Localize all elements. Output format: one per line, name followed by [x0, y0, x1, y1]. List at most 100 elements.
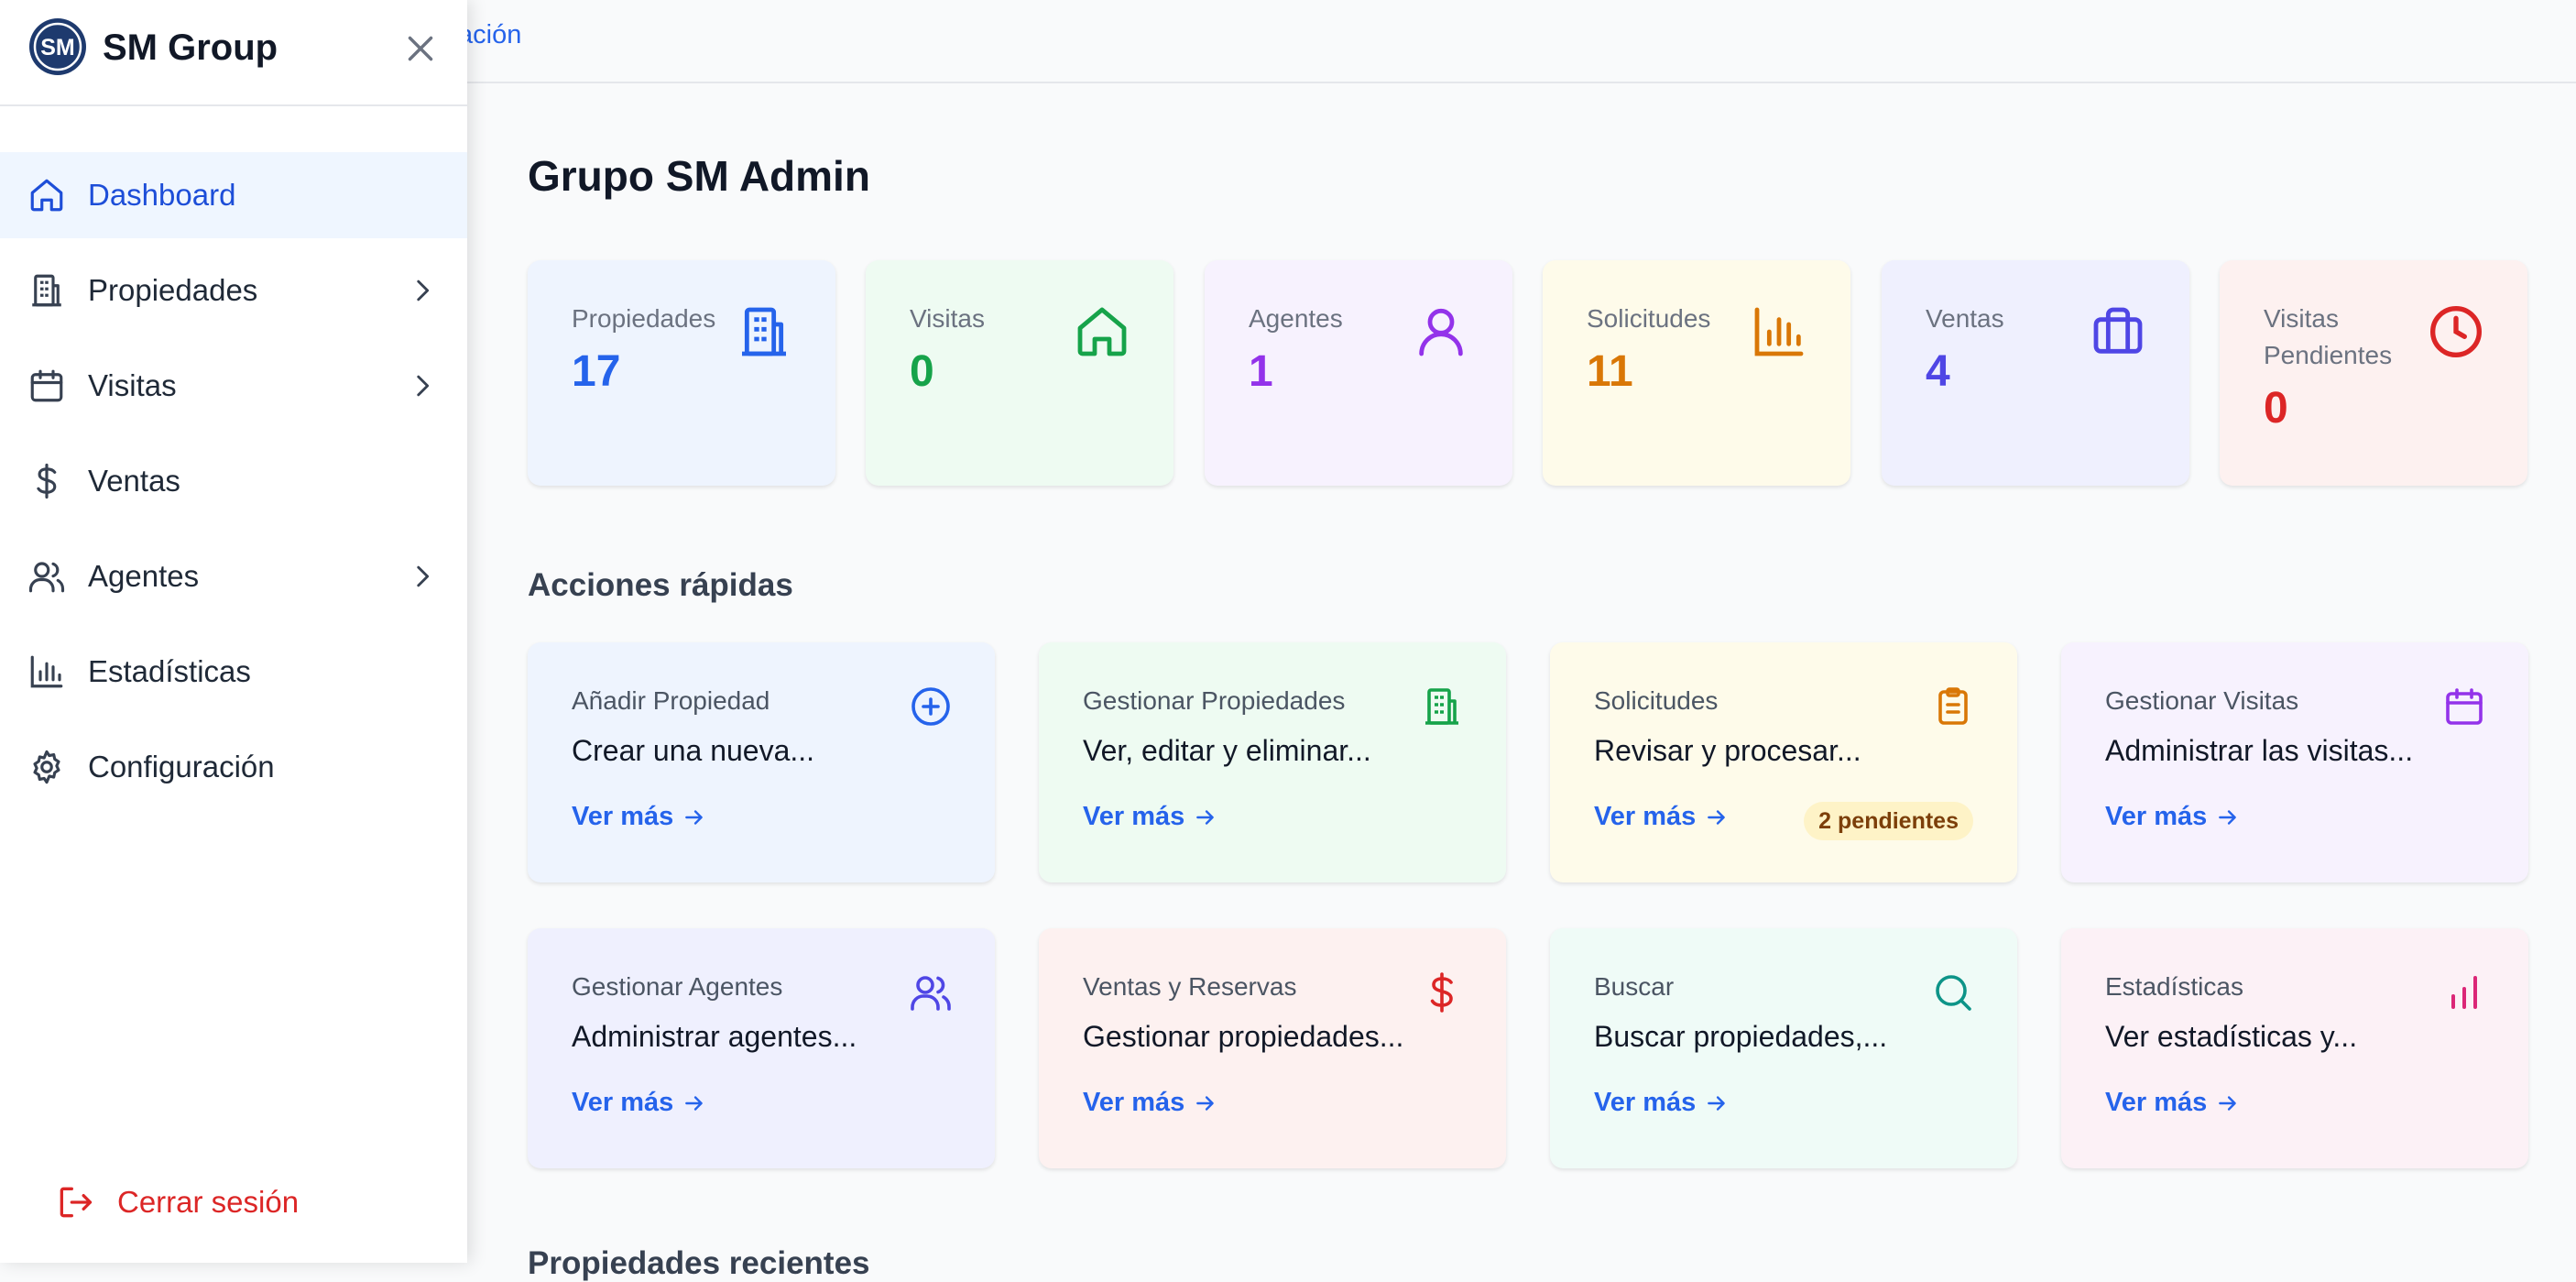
stat-label: Visitas Pendientes — [2264, 304, 2393, 369]
quick-action-description: Buscar propiedades,... — [1594, 1020, 1888, 1053]
building-icon — [1420, 685, 1464, 729]
clipboard-icon — [1931, 685, 1975, 729]
arrow-right-icon — [2216, 1091, 2240, 1115]
see-more-link[interactable]: Ver más — [1594, 802, 1729, 832]
users-icon — [27, 557, 66, 596]
stat-value: 0 — [910, 347, 934, 396]
see-more-label: Ver más — [2105, 1088, 2208, 1117]
chevron-right-icon — [407, 370, 438, 401]
close-icon[interactable] — [399, 27, 442, 70]
quick-action-search[interactable]: Buscar Buscar propiedades,... Ver más — [1550, 928, 2017, 1168]
quick-action-title: Solicitudes — [1594, 686, 1719, 715]
sidebar-item-visitas[interactable]: Visitas — [0, 343, 467, 429]
see-more-link[interactable]: Ver más — [572, 1088, 706, 1118]
stat-label: Visitas — [910, 304, 985, 333]
quick-action-title: Buscar — [1594, 972, 1675, 1001]
see-more-label: Ver más — [572, 802, 674, 831]
home-icon — [1073, 302, 1131, 361]
see-more-link[interactable]: Ver más — [2105, 802, 2240, 832]
quick-action-description: Revisar y procesar... — [1594, 734, 1861, 767]
page-title: Grupo SM Admin — [528, 152, 870, 200]
bar-chart-icon — [1750, 302, 1808, 361]
see-more-link[interactable]: Ver más — [1083, 802, 1217, 832]
see-more-link[interactable]: Ver más — [1083, 1088, 1217, 1118]
quick-action-description: Administrar agentes... — [572, 1020, 857, 1053]
stat-card-propiedades: Propiedades 17 — [528, 260, 835, 486]
stat-value: 4 — [1926, 347, 1950, 396]
sidebar-item-estadisticas[interactable]: Estadísticas — [0, 629, 467, 715]
chevron-right-icon — [407, 275, 438, 306]
quick-action-title: Ventas y Reservas — [1083, 972, 1297, 1001]
users-icon — [909, 970, 953, 1014]
home-icon — [27, 176, 66, 214]
stat-card-solicitudes: Solicitudes 11 — [1543, 260, 1850, 486]
clock-icon — [2427, 302, 2485, 361]
quick-action-requests[interactable]: Solicitudes Revisar y procesar... Ver má… — [1550, 642, 2017, 882]
stat-card-agentes: Agentes 1 — [1205, 260, 1512, 486]
stat-card-visitas-pendientes: Visitas Pendientes 0 — [2220, 260, 2527, 486]
plus-circle-icon — [909, 685, 953, 729]
quick-action-add-property[interactable]: Añadir Propiedad Crear una nueva... Ver … — [528, 642, 995, 882]
sm-group-logo: SM — [29, 18, 86, 75]
see-more-label: Ver más — [572, 1088, 674, 1117]
sidebar-item-dashboard[interactable]: Dashboard — [0, 152, 467, 238]
see-more-label: Ver más — [1594, 1088, 1697, 1117]
quick-action-title: Estadísticas — [2105, 972, 2243, 1001]
sidebar-item-label: Propiedades — [88, 273, 258, 307]
stat-card-visitas: Visitas 0 — [866, 260, 1173, 486]
quick-action-title: Gestionar Agentes — [572, 972, 783, 1001]
quick-actions-title: Acciones rápidas — [528, 567, 793, 603]
stat-label: Solicitudes — [1587, 304, 1711, 333]
quick-action-manage-agents[interactable]: Gestionar Agentes Administrar agentes...… — [528, 928, 995, 1168]
user-icon — [1412, 302, 1470, 361]
logout-icon — [55, 1182, 95, 1222]
bar-chart-icon — [2442, 970, 2486, 1014]
arrow-right-icon — [1194, 1091, 1217, 1115]
see-more-label: Ver más — [1083, 802, 1185, 831]
logout-button[interactable]: Cerrar sesión — [55, 1182, 299, 1222]
calendar-icon — [2442, 685, 2486, 729]
quick-action-title: Gestionar Propiedades — [1083, 686, 1346, 715]
quick-action-sales[interactable]: Ventas y Reservas Gestionar propiedades.… — [1039, 928, 1506, 1168]
dollar-icon — [27, 462, 66, 500]
quick-action-title: Añadir Propiedad — [572, 686, 770, 715]
stat-value: 11 — [1587, 347, 1633, 396]
stat-card-ventas: Ventas 4 — [1882, 260, 2189, 486]
calendar-icon — [27, 367, 66, 405]
see-more-label: Ver más — [1594, 802, 1697, 831]
see-more-label: Ver más — [2105, 802, 2208, 831]
sidebar-header: SM SM Group — [0, 0, 467, 106]
dollar-icon — [1420, 970, 1464, 1014]
bar-chart-icon — [27, 652, 66, 691]
sidebar-item-ventas[interactable]: Ventas — [0, 438, 467, 524]
sidebar-item-configuracion[interactable]: Configuración — [0, 724, 467, 810]
logo-text: SM — [40, 35, 75, 60]
stat-value: 17 — [572, 347, 621, 396]
stat-value: 1 — [1249, 347, 1273, 396]
arrow-right-icon — [2216, 805, 2240, 829]
quick-action-manage-properties[interactable]: Gestionar Propiedades Ver, editar y elim… — [1039, 642, 1506, 882]
sidebar-item-label: Agentes — [88, 559, 200, 593]
sidebar: SM SM Group Dashboard Propiedades Visita… — [0, 0, 467, 1263]
quick-action-title: Gestionar Visitas — [2105, 686, 2299, 715]
sidebar-item-propiedades[interactable]: Propiedades — [0, 247, 467, 334]
see-more-link[interactable]: Ver más — [1594, 1088, 1729, 1118]
sidebar-item-label: Configuración — [88, 750, 275, 783]
arrow-right-icon — [1705, 1091, 1729, 1115]
sidebar-item-agentes[interactable]: Agentes — [0, 533, 467, 619]
header-link[interactable]: ación — [458, 20, 521, 50]
quick-action-description: Crear una nueva... — [572, 734, 815, 767]
search-icon — [1931, 970, 1975, 1014]
see-more-label: Ver más — [1083, 1088, 1185, 1117]
see-more-link[interactable]: Ver más — [2105, 1088, 2240, 1118]
stat-label: Ventas — [1926, 304, 2004, 333]
see-more-link[interactable]: Ver más — [572, 802, 706, 832]
sidebar-item-label: Dashboard — [88, 178, 236, 212]
quick-action-manage-visits[interactable]: Gestionar Visitas Administrar las visita… — [2061, 642, 2528, 882]
chevron-right-icon — [407, 561, 438, 592]
quick-action-description: Gestionar propiedades... — [1083, 1020, 1404, 1053]
gear-icon — [27, 748, 66, 786]
quick-action-description: Ver estadísticas y... — [2105, 1020, 2358, 1053]
quick-action-statistics[interactable]: Estadísticas Ver estadísticas y... Ver m… — [2061, 928, 2528, 1168]
sidebar-item-label: Visitas — [88, 368, 177, 402]
